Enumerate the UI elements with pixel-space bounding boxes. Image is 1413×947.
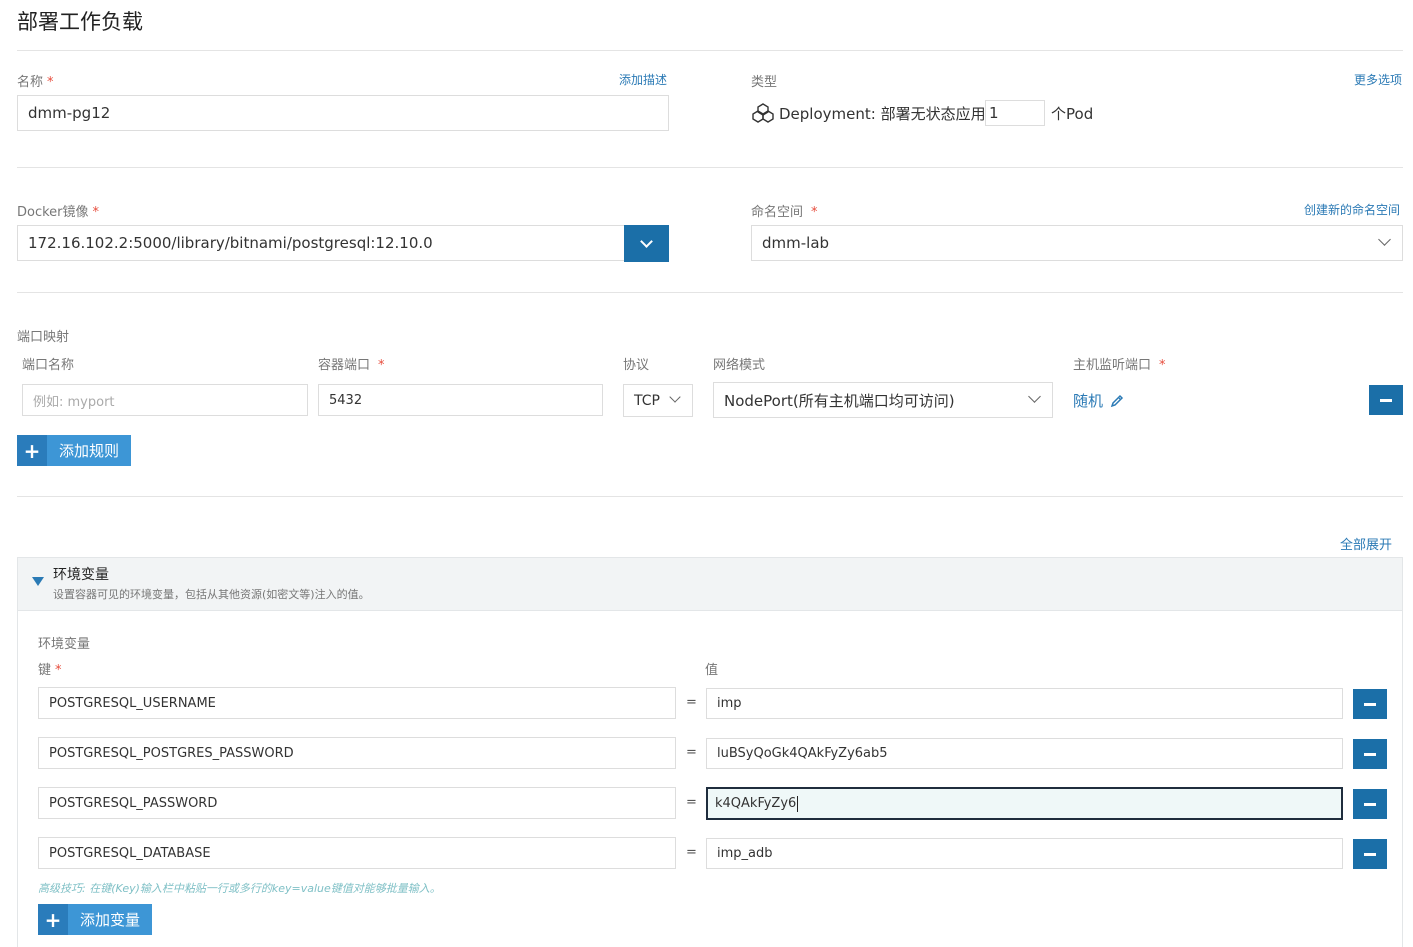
- divider: [17, 50, 1403, 51]
- remove-env-button[interactable]: [1353, 789, 1387, 819]
- env-value-input[interactable]: luBSyQoGk4QAkFyZy6ab5: [706, 738, 1343, 769]
- add-rule-label: 添加规则: [59, 442, 120, 460]
- network-mode-select[interactable]: NodePort(所有主机端口均可访问): [713, 382, 1053, 418]
- env-value-value: luBSyQoGk4QAkFyZy6ab5: [717, 746, 888, 761]
- remove-port-button[interactable]: [1369, 385, 1403, 415]
- equals-sign: =: [686, 695, 697, 710]
- host-port-header: 主机监听端口 *: [1073, 358, 1166, 373]
- remove-env-button[interactable]: [1353, 839, 1387, 869]
- env-key-value: POSTGRESQL_POSTGRES_PASSWORD: [49, 745, 294, 761]
- namespace-select[interactable]: dmm-lab: [751, 225, 1403, 261]
- network-mode-header: 网络模式: [713, 358, 766, 373]
- replicas-input[interactable]: 1: [985, 100, 1045, 126]
- env-panel-title: 环境变量: [53, 567, 109, 583]
- add-description-link[interactable]: 添加描述: [619, 71, 667, 88]
- env-value-value: imp_adb: [717, 846, 773, 861]
- port-mapping-label: 端口映射: [17, 330, 70, 345]
- namespace-value: dmm-lab: [762, 234, 830, 252]
- host-port-value: 随机: [1073, 392, 1104, 410]
- port-name-input[interactable]: 例如: myport: [22, 384, 308, 416]
- deployment-type: Deployment: 部署无状态应用: [779, 105, 986, 123]
- env-key-input[interactable]: POSTGRESQL_DATABASE: [38, 837, 676, 869]
- docker-image-input[interactable]: 172.16.102.2:5000/library/bitnami/postgr…: [17, 225, 625, 261]
- name-input-value: dmm-pg12: [28, 104, 111, 122]
- bulk-paste-hint: 高级技巧: 在键(Key)输入栏中粘贴一行或多行的key=value键值对能够批…: [38, 882, 441, 895]
- container-port-value: 5432: [329, 392, 363, 408]
- env-key-value: POSTGRESQL_USERNAME: [49, 695, 216, 711]
- docker-image-label: Docker镜像 *: [17, 205, 100, 220]
- deployment-icon: [752, 103, 774, 123]
- add-rule-button[interactable]: + 添加规则: [17, 435, 131, 466]
- protocol-value: TCP: [634, 392, 660, 409]
- divider: [17, 292, 1403, 293]
- minus-icon: [1364, 702, 1376, 706]
- network-mode-value: NodePort(所有主机端口均可访问): [724, 391, 955, 410]
- port-name-header: 端口名称: [22, 358, 75, 373]
- expand-all-link[interactable]: 全部展开: [1340, 534, 1392, 553]
- collapse-triangle-icon[interactable]: [32, 577, 44, 586]
- text-cursor: [797, 795, 799, 812]
- container-port-header: 容器端口 *: [318, 358, 385, 373]
- protocol-select[interactable]: TCP: [623, 384, 693, 417]
- env-key-input[interactable]: POSTGRESQL_POSTGRES_PASSWORD: [38, 737, 676, 769]
- name-input[interactable]: dmm-pg12: [17, 95, 669, 131]
- env-section-label: 环境变量: [38, 637, 91, 652]
- port-name-placeholder: 例如: myport: [33, 394, 115, 410]
- env-value-header: 值: [705, 663, 719, 678]
- minus-icon: [1364, 752, 1376, 756]
- equals-sign: =: [686, 845, 697, 860]
- page-title: 部署工作负载: [17, 10, 143, 34]
- container-port-input[interactable]: 5432: [318, 384, 603, 416]
- env-key-header: 键 *: [38, 663, 62, 678]
- env-value-input[interactable]: k4QAkFyZy6: [706, 787, 1343, 820]
- equals-sign: =: [686, 745, 697, 760]
- image-dropdown-button[interactable]: [624, 225, 669, 262]
- env-key-input[interactable]: POSTGRESQL_PASSWORD: [38, 787, 676, 819]
- more-options-link[interactable]: 更多选项: [1354, 71, 1402, 88]
- plus-icon: +: [17, 435, 47, 466]
- edit-icon[interactable]: [1109, 393, 1125, 409]
- divider: [17, 496, 1403, 497]
- env-key-value: POSTGRESQL_DATABASE: [49, 845, 211, 861]
- add-variable-button[interactable]: + 添加变量: [38, 904, 152, 935]
- env-key-value: POSTGRESQL_PASSWORD: [49, 795, 218, 811]
- minus-icon: [1380, 398, 1392, 402]
- remove-env-button[interactable]: [1353, 689, 1387, 719]
- minus-icon: [1364, 852, 1376, 856]
- host-port-random[interactable]: 随机: [1073, 390, 1125, 411]
- env-value-value: k4QAkFyZy6: [715, 796, 797, 811]
- chevron-down-icon: [640, 235, 653, 248]
- minus-icon: [1364, 802, 1376, 806]
- create-namespace-link[interactable]: 创建新的命名空间: [1304, 201, 1400, 218]
- protocol-header: 协议: [623, 358, 650, 373]
- remove-env-button[interactable]: [1353, 739, 1387, 769]
- type-label: 类型: [751, 75, 778, 90]
- env-value-input[interactable]: imp: [706, 688, 1343, 719]
- env-value-value: imp: [717, 696, 742, 711]
- divider: [17, 167, 1403, 168]
- env-panel-subtitle: 设置容器可见的环境变量，包括从其他资源(如密文等)注入的值。: [53, 588, 370, 601]
- env-key-input[interactable]: POSTGRESQL_USERNAME: [38, 687, 676, 719]
- replicas-unit: 个Pod: [1051, 105, 1094, 123]
- replicas-value: 1: [989, 104, 999, 122]
- env-panel-header[interactable]: [17, 557, 1403, 611]
- equals-sign: =: [686, 795, 697, 810]
- env-value-input[interactable]: imp_adb: [706, 838, 1343, 869]
- name-label: 名称 *: [17, 75, 54, 90]
- plus-icon: +: [38, 904, 68, 935]
- docker-image-value: 172.16.102.2:5000/library/bitnami/postgr…: [28, 234, 433, 252]
- namespace-label: 命名空间 *: [751, 205, 818, 220]
- add-variable-label: 添加变量: [80, 911, 141, 929]
